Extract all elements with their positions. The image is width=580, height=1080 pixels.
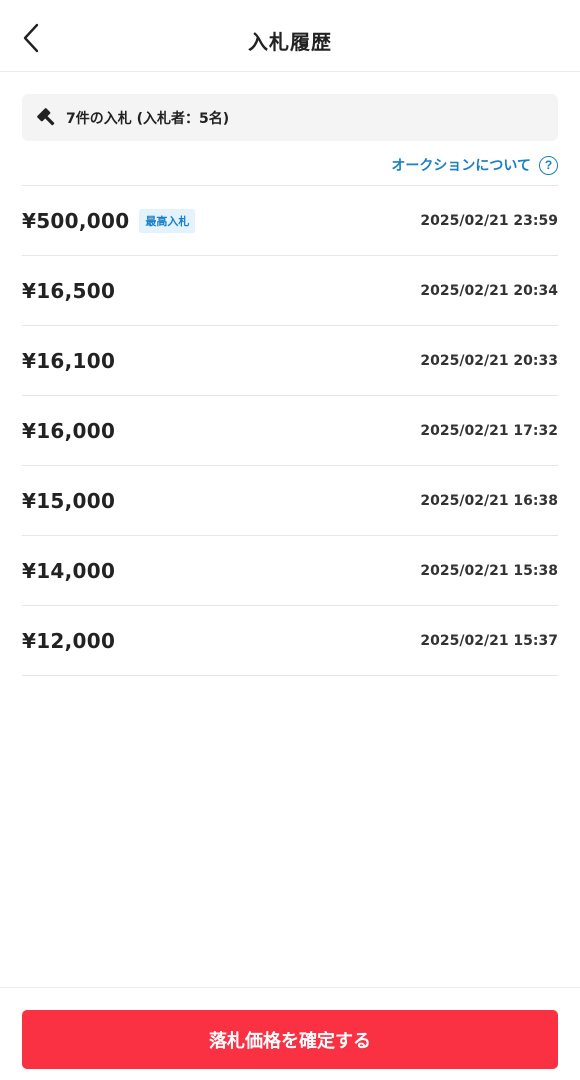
confirm-winning-price-button[interactable]: 落札価格を確定する: [22, 1010, 558, 1069]
bid-row: ¥500,000 最高入札 2025/02/21 23:59: [22, 186, 558, 256]
bid-price: ¥12,000: [22, 628, 116, 653]
bid-time: 2025/02/21 15:38: [420, 562, 558, 579]
bid-price: ¥16,000: [22, 418, 116, 443]
bid-row: ¥16,500 2025/02/21 20:34: [22, 256, 558, 326]
bid-time: 2025/02/21 15:37: [420, 632, 558, 649]
bid-time: 2025/02/21 20:34: [420, 282, 558, 299]
bid-row: ¥16,000 2025/02/21 17:32: [22, 396, 558, 466]
bid-list: ¥500,000 最高入札 2025/02/21 23:59 ¥16,500 2…: [22, 185, 558, 676]
bid-row: ¥15,000 2025/02/21 16:38: [22, 466, 558, 536]
bid-time: 2025/02/21 17:32: [420, 422, 558, 439]
gavel-icon: [36, 107, 58, 129]
bid-summary: 7件の入札 (入札者：5名): [22, 94, 558, 141]
about-auction-link[interactable]: オークションについて ?: [391, 154, 558, 176]
bid-price: ¥16,100: [22, 348, 116, 373]
bid-history-screen: 入札履歴 7件の入札 (入札者：5名) オークションについて ? ¥500,00…: [0, 0, 580, 1080]
bid-row: ¥12,000 2025/02/21 15:37: [22, 606, 558, 676]
bid-time: 2025/02/21 16:38: [420, 492, 558, 509]
header: 入札履歴: [0, 0, 580, 72]
page-title: 入札履歴: [248, 30, 332, 54]
bid-count-text: 7件の入札 (入札者：5名): [66, 110, 230, 127]
highest-bid-badge: 最高入札: [139, 208, 196, 233]
bid-price: ¥500,000: [22, 208, 130, 233]
bid-row: ¥14,000 2025/02/21 15:38: [22, 536, 558, 606]
footer: 落札価格を確定する: [0, 987, 580, 1080]
bid-time: 2025/02/21 23:59: [420, 212, 558, 229]
bid-time: 2025/02/21 20:33: [420, 352, 558, 369]
bid-row: ¥16,100 2025/02/21 20:33: [22, 326, 558, 396]
bid-price: ¥14,000: [22, 558, 116, 583]
about-auction-label[interactable]: オークションについて: [391, 155, 531, 175]
bid-price: ¥16,500: [22, 278, 116, 303]
bid-price: ¥15,000: [22, 488, 116, 513]
help-circle-icon[interactable]: ?: [539, 155, 558, 175]
